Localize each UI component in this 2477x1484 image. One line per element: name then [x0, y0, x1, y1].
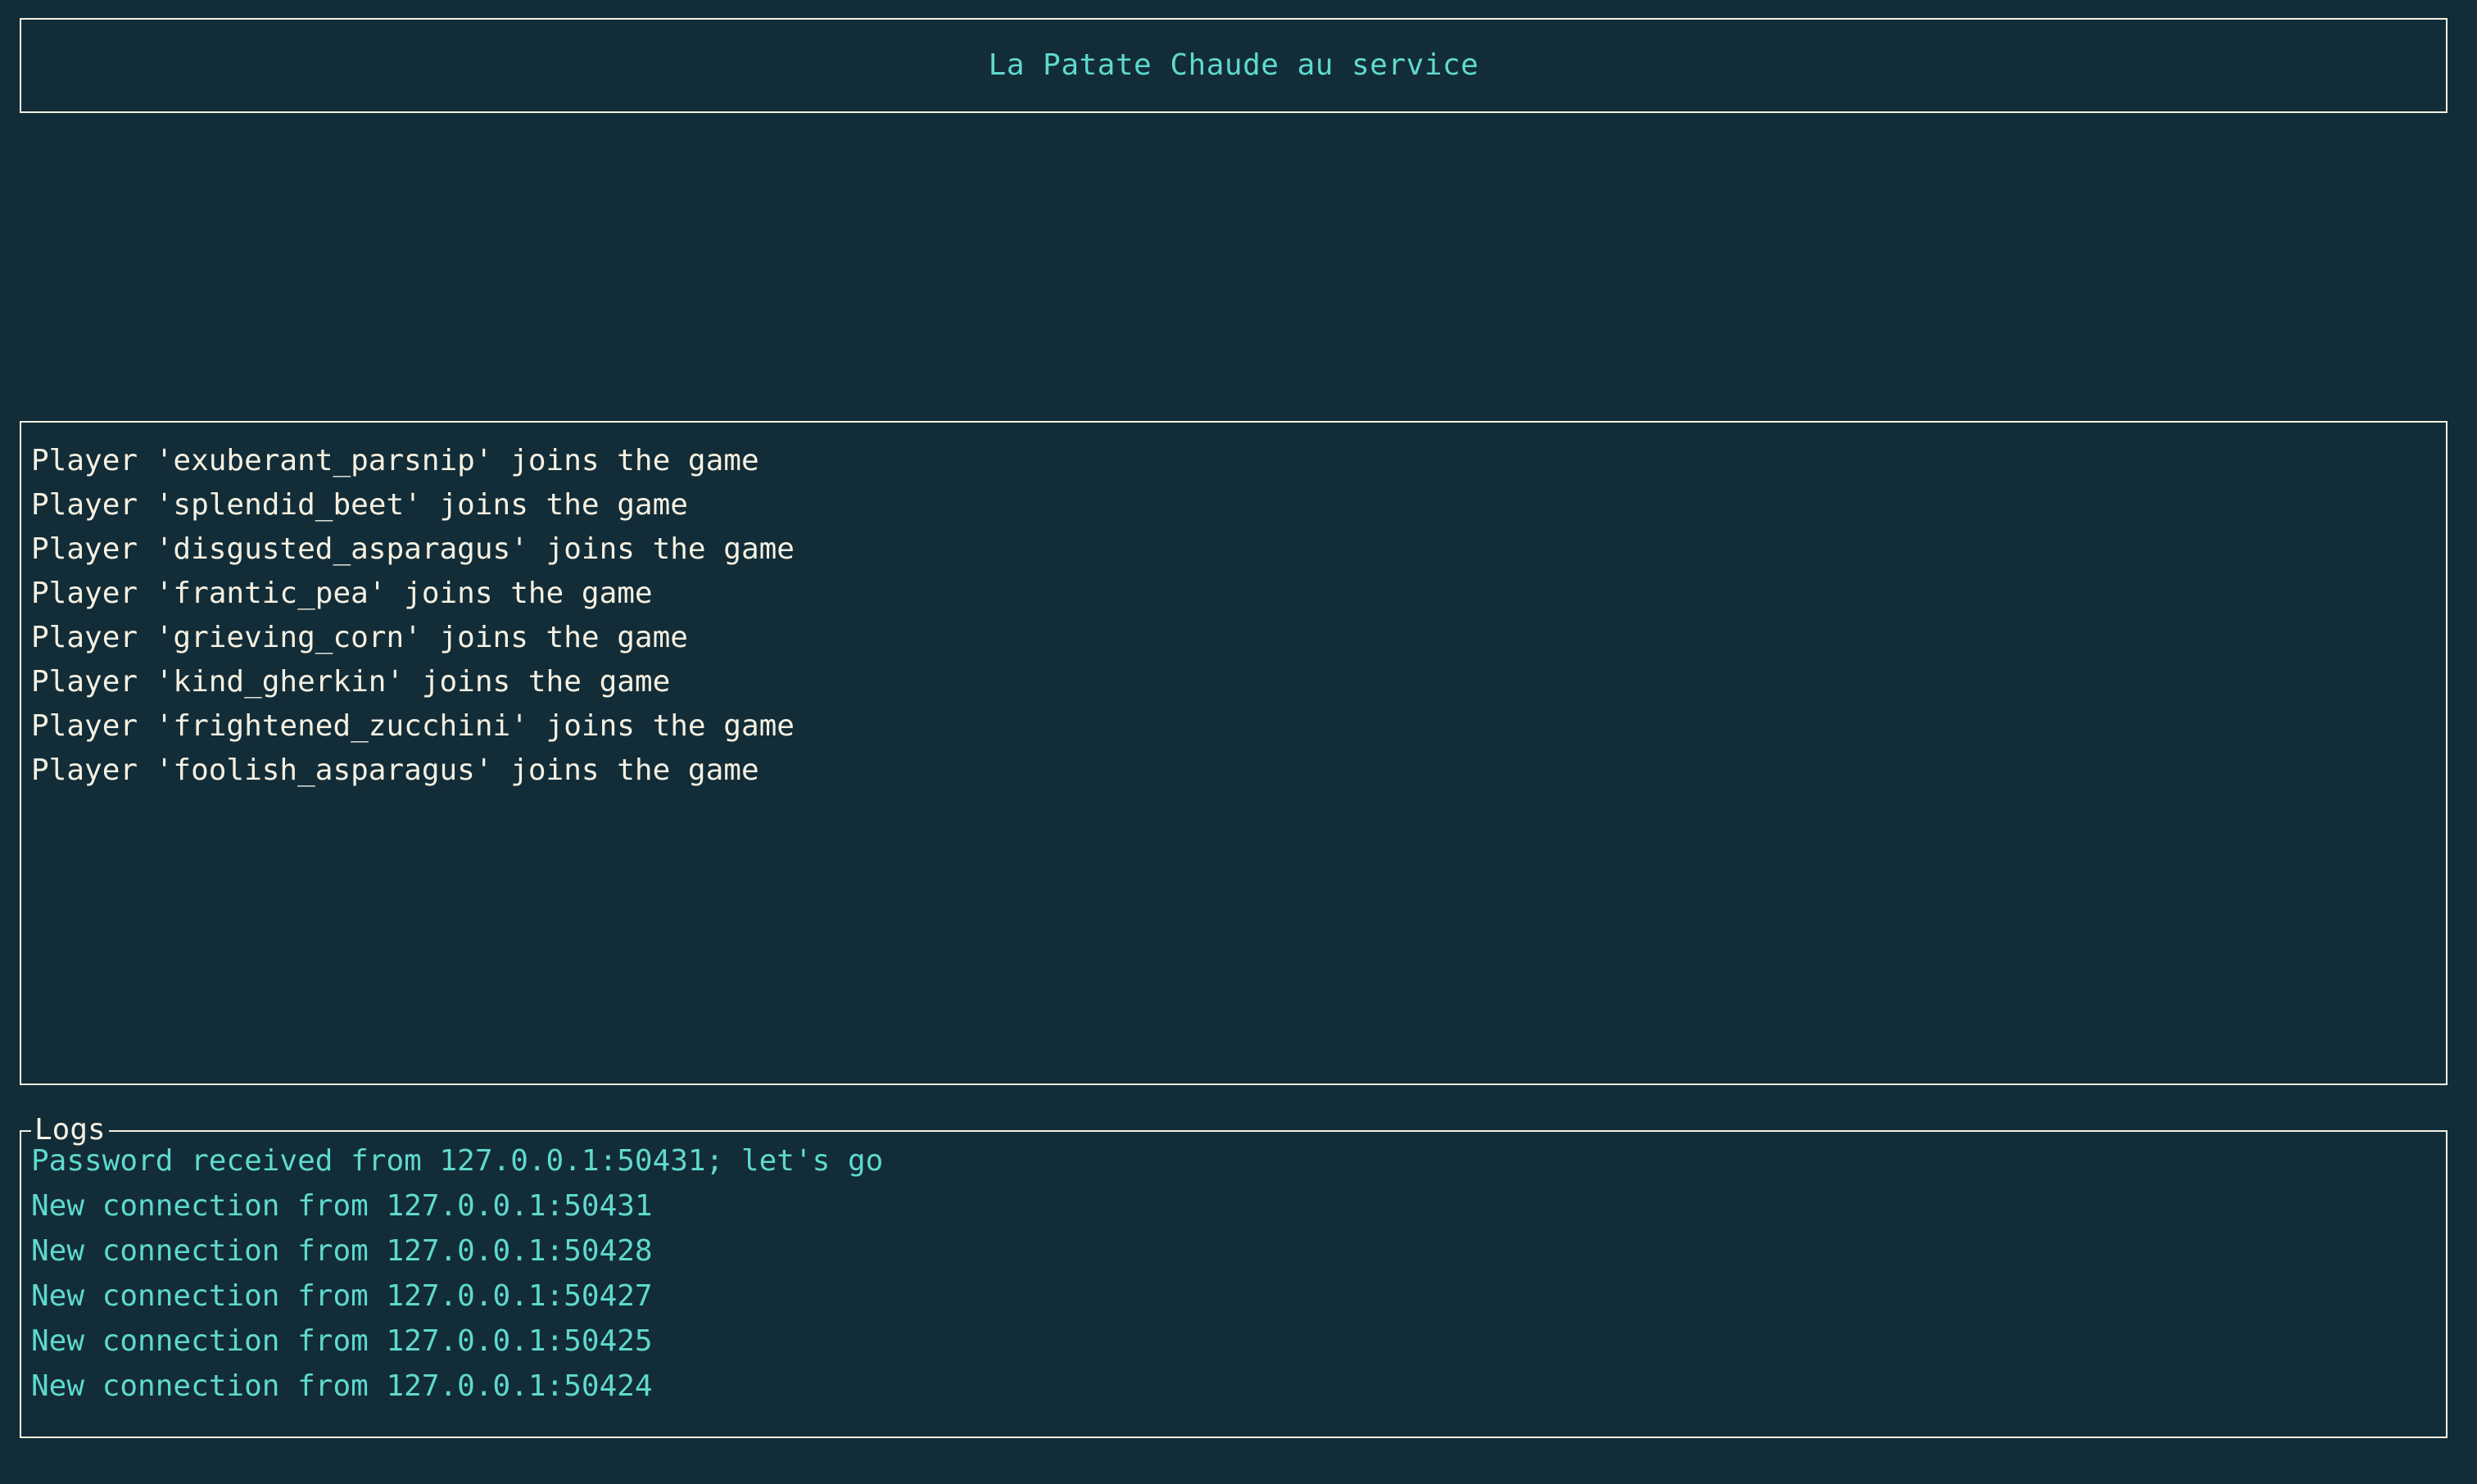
list-item: Player 'kind_gherkin' joins the game [31, 660, 2446, 704]
list-item: Player 'disgusted_asparagus' joins the g… [31, 527, 2446, 572]
list-item: Password received from 127.0.0.1:50431; … [31, 1138, 2446, 1183]
header-panel: La Patate Chaude au service [20, 18, 2448, 113]
list-item: Player 'grieving_corn' joins the game [31, 616, 2446, 660]
logs-panel-label: Logs [31, 1114, 109, 1147]
app-title: La Patate Chaude au service [989, 51, 1479, 80]
list-item: Player 'splendid_beet' joins the game [31, 483, 2446, 527]
list-item: Player 'frantic_pea' joins the game [31, 572, 2446, 616]
list-item: Player 'frightened_zucchini' joins the g… [31, 704, 2446, 749]
list-item: Player 'foolish_asparagus' joins the gam… [31, 749, 2446, 793]
list-item: Player 'exuberant_parsnip' joins the gam… [31, 439, 2446, 483]
list-item: New connection from 127.0.0.1:50428 [31, 1228, 2446, 1274]
list-item: New connection from 127.0.0.1:50425 [31, 1319, 2446, 1364]
list-item: New connection from 127.0.0.1:50427 [31, 1274, 2446, 1319]
terminal-app: La Patate Chaude au service Player 'exub… [0, 0, 2477, 1484]
list-item: New connection from 127.0.0.1:50431 [31, 1183, 2446, 1228]
logs-panel: Password received from 127.0.0.1:50431; … [20, 1130, 2448, 1438]
game-events-panel: Player 'exuberant_parsnip' joins the gam… [20, 421, 2448, 1085]
list-item: New connection from 127.0.0.1:50424 [31, 1364, 2446, 1409]
